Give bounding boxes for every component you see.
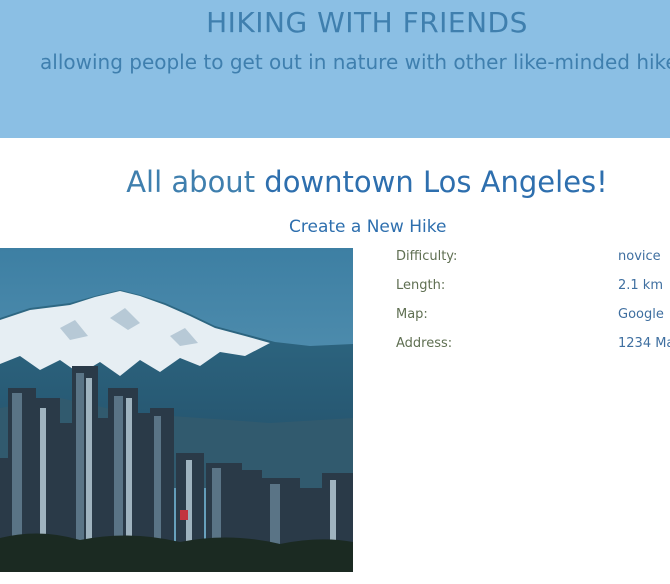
- detail-label: Map:: [396, 307, 428, 322]
- hike-details: Difficulty: novice Length: 2.1 km Map: G…: [396, 248, 670, 364]
- site-header: HIKING WITH FRIENDS allowing people to g…: [0, 0, 670, 138]
- detail-value: 2.1 km: [618, 278, 663, 293]
- detail-label: Length:: [396, 278, 446, 293]
- detail-value: 1234 Ma: [618, 336, 670, 351]
- heading-place: downtown Los Angeles!: [264, 165, 608, 199]
- city-mountain-photo-icon: [0, 248, 353, 572]
- hike-photo: [0, 248, 353, 572]
- page: HIKING WITH FRIENDS allowing people to g…: [0, 0, 670, 584]
- site-tagline: allowing people to get out in nature wit…: [40, 50, 670, 74]
- heading-prefix: All about: [126, 165, 265, 199]
- site-title: HIKING WITH FRIENDS: [206, 6, 528, 39]
- map-link[interactable]: Google: [618, 307, 664, 322]
- detail-row-length: Length: 2.1 km: [396, 277, 670, 306]
- detail-label: Address:: [396, 336, 453, 351]
- page-heading: All about downtown Los Angeles!: [0, 165, 670, 199]
- detail-row-difficulty: Difficulty: novice: [396, 248, 670, 277]
- detail-value: novice: [618, 249, 661, 264]
- detail-row-map: Map: Google: [396, 306, 670, 335]
- create-new-hike-link[interactable]: Create a New Hike: [289, 217, 446, 237]
- detail-row-address: Address: 1234 Ma: [396, 335, 670, 364]
- detail-label: Difficulty:: [396, 249, 458, 264]
